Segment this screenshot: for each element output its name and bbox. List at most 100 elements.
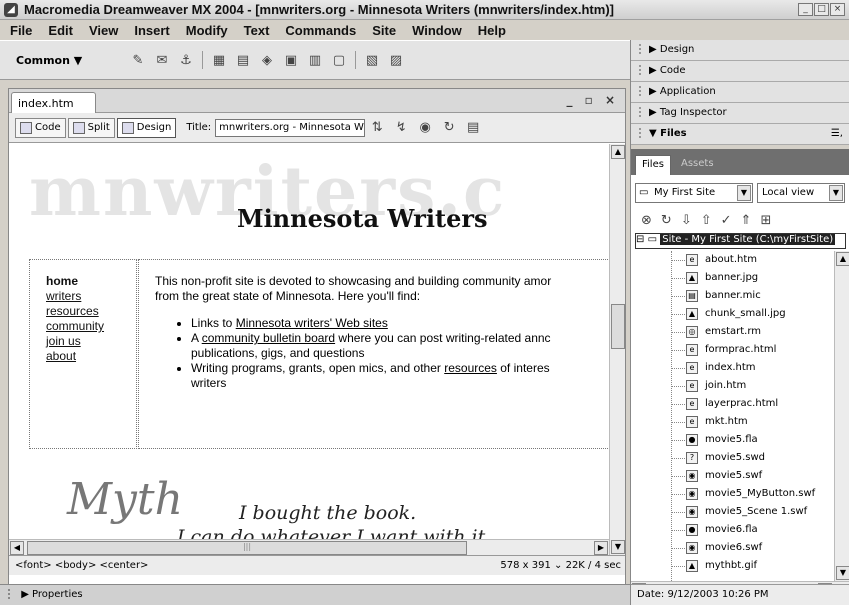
panel-options-icon[interactable]: ☰, [831, 128, 843, 139]
tab-assets[interactable]: Assets [675, 155, 720, 175]
scroll-right-arrow-icon[interactable]: ▶ [594, 541, 608, 555]
split-view-button[interactable]: Split [67, 117, 115, 138]
panel-grip-icon[interactable] [639, 44, 645, 54]
document-horizontal-scrollbar[interactable]: ◀ ||| ▶ [9, 539, 609, 555]
layer-icon[interactable]: ▤ [234, 51, 252, 69]
chevron-down-icon[interactable]: ▼ [829, 185, 843, 201]
nav-link-resources[interactable]: resources [46, 304, 120, 319]
list-item[interactable]: ▲ chunk_small.jpg [631, 305, 834, 323]
list-item[interactable]: ? movie5.swd [631, 449, 834, 467]
list-item[interactable]: e join.htm [631, 377, 834, 395]
nav-link-community[interactable]: community [46, 319, 120, 334]
list-item[interactable]: ◉ movie5_MyButton.swf [631, 485, 834, 503]
list-item[interactable]: ◉ movie5_Scene 1.swf [631, 503, 834, 521]
menu-commands[interactable]: Commands [277, 23, 364, 38]
view-select[interactable]: Local view ▼ [757, 183, 845, 203]
view-options-icon[interactable]: ▤ [464, 119, 482, 137]
named-anchor-icon[interactable]: ⚓ [177, 51, 195, 69]
date-icon[interactable]: ▥ [306, 51, 324, 69]
menu-view[interactable]: View [81, 23, 126, 38]
templates-icon[interactable]: ▧ [363, 51, 381, 69]
window-size-info[interactable]: 578 x 391 ⌄ 22K / 4 sec [500, 560, 621, 571]
menu-file[interactable]: File [2, 23, 40, 38]
refresh-icon[interactable]: ↻ [440, 119, 458, 137]
bulletin-board-link[interactable]: community bulletin board [202, 331, 335, 345]
check-out-icon[interactable]: ✓ [721, 213, 732, 228]
code-panel-header[interactable]: ▶ Code [631, 61, 849, 82]
list-item[interactable]: ● movie6.fla [631, 521, 834, 539]
list-item[interactable]: e formprac.html [631, 341, 834, 359]
image-icon[interactable]: ◈ [258, 51, 276, 69]
tab-files[interactable]: Files [635, 155, 671, 175]
check-in-icon[interactable]: ⇑ [741, 213, 752, 228]
code-nav-icon[interactable]: ↯ [392, 119, 410, 137]
design-view-canvas[interactable]: mnwriters.c Minnesota Writers home write… [9, 144, 609, 539]
list-item[interactable]: ◎ emstart.rm [631, 323, 834, 341]
panel-grip-icon[interactable] [639, 128, 645, 138]
connect-icon[interactable]: ⊗ [641, 213, 652, 228]
site-root-node[interactable]: ⊟ ▭ Site - My First Site (C:\myFirstSite… [635, 233, 846, 249]
menu-window[interactable]: Window [404, 23, 470, 38]
list-item[interactable]: ◉ movie5.swf [631, 467, 834, 485]
scroll-thumb[interactable] [611, 304, 625, 349]
get-files-icon[interactable]: ⇩ [681, 213, 692, 228]
nav-link-home[interactable]: home [46, 274, 120, 289]
panel-grip-icon[interactable] [8, 589, 14, 599]
media-icon[interactable]: ▣ [282, 51, 300, 69]
insert-category-dropdown[interactable]: Common ▼ [16, 54, 126, 67]
minimize-button[interactable]: _ [798, 3, 813, 16]
menu-modify[interactable]: Modify [178, 23, 236, 38]
scroll-thumb[interactable]: ||| [27, 541, 467, 555]
list-item[interactable]: ▲ mythbt.gif [631, 557, 834, 575]
menu-insert[interactable]: Insert [126, 23, 177, 38]
list-item[interactable]: e mkt.htm [631, 413, 834, 431]
chevron-down-icon[interactable]: ▼ [737, 185, 751, 201]
preview-browser-icon[interactable]: ◉ [416, 119, 434, 137]
put-files-icon[interactable]: ⇧ [701, 213, 712, 228]
tag-inspector-panel-header[interactable]: ▶ Tag Inspector [631, 103, 849, 124]
design-view-button[interactable]: Design [116, 117, 177, 138]
tag-selector[interactable]: <font> <body> <center> [15, 560, 148, 571]
resources-link[interactable]: resources [444, 361, 497, 375]
code-view-button[interactable]: Code [15, 117, 66, 138]
menu-text[interactable]: Text [236, 23, 278, 38]
dreamweaver-app-icon[interactable]: ◢ [4, 2, 18, 17]
nav-link-about[interactable]: about [46, 349, 120, 364]
list-item[interactable]: ▤ banner.mic [631, 287, 834, 305]
design-panel-header[interactable]: ▶ Design [631, 40, 849, 61]
panel-grip-icon[interactable] [639, 107, 645, 117]
tag-chooser-icon[interactable]: ▨ [387, 51, 405, 69]
document-tab-index[interactable]: index.htm [11, 92, 96, 113]
nav-link-writers[interactable]: writers [46, 289, 120, 304]
nav-link-join-us[interactable]: join us [46, 334, 120, 349]
menu-site[interactable]: Site [364, 23, 404, 38]
list-item[interactable]: e index.htm [631, 359, 834, 377]
comment-icon[interactable]: ▢ [330, 51, 348, 69]
panel-grip-icon[interactable] [639, 65, 645, 75]
document-vertical-scrollbar[interactable]: ▲ ▼ [609, 144, 625, 555]
writers-sites-link[interactable]: Minnesota writers' Web sites [236, 316, 388, 330]
list-item[interactable]: ● movie5.fla [631, 431, 834, 449]
scroll-down-arrow-icon[interactable]: ▼ [836, 566, 849, 580]
application-panel-header[interactable]: ▶ Application [631, 82, 849, 103]
hyperlink-icon[interactable]: ✎ [129, 51, 147, 69]
scroll-left-arrow-icon[interactable]: ◀ [10, 541, 24, 555]
scroll-down-arrow-icon[interactable]: ▼ [611, 540, 625, 554]
files-panel-header[interactable]: ▼ Files ☰, [631, 124, 849, 145]
file-management-icon[interactable]: ⇅ [368, 119, 386, 137]
collapse-icon[interactable]: ⊟ [636, 234, 644, 245]
table-icon[interactable]: ▦ [210, 51, 228, 69]
site-select[interactable]: ▭ My First Site ▼ [635, 183, 753, 203]
panel-grip-icon[interactable] [639, 86, 645, 96]
email-link-icon[interactable]: ✉ [153, 51, 171, 69]
properties-panel[interactable]: ▶ Properties [0, 584, 630, 605]
close-button[interactable]: × [830, 3, 845, 16]
files-vertical-scrollbar[interactable]: ▲ ▼ [834, 251, 849, 581]
menu-edit[interactable]: Edit [40, 23, 81, 38]
page-title-input[interactable]: mnwriters.org - Minnesota Wri [215, 118, 366, 137]
scroll-up-arrow-icon[interactable]: ▲ [836, 252, 849, 266]
refresh-icon[interactable]: ↻ [661, 213, 672, 228]
menu-help[interactable]: Help [470, 23, 514, 38]
list-item[interactable]: e about.htm [631, 251, 834, 269]
expand-icon[interactable]: ⊞ [760, 213, 771, 228]
